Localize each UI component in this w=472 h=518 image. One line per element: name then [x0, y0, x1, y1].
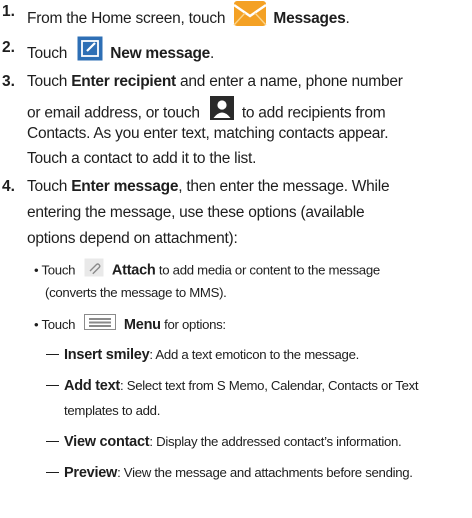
option-bold: View contact: [64, 434, 150, 450]
step-bold: Enter recipient: [71, 73, 176, 90]
step-text: , then enter the message. While: [178, 178, 390, 195]
bullet-attach: • Touch Attach to add media or content t…: [34, 258, 380, 282]
step-text: Touch: [27, 45, 68, 63]
step-3-line-3: Contacts. As you enter text, matching co…: [27, 125, 389, 142]
step-text: to add recipients from: [241, 104, 386, 122]
step-3-line-2: or email address, or touch to add recipi…: [27, 96, 386, 128]
step-text: Touch: [27, 73, 68, 90]
bullet-text: Touch: [41, 316, 76, 332]
contacts-person-icon: [209, 96, 234, 125]
step-number: 2.: [2, 39, 15, 56]
new-message-compose-icon: [77, 36, 103, 66]
option-add-text-line-2: templates to add.: [64, 403, 161, 418]
bullet-attach-line-2: (converts the message to MMS).: [45, 285, 227, 300]
step-1: From the Home screen, touch Messages.: [27, 0, 350, 35]
instruction-page: 1. From the Home screen, touch Messages.…: [0, 0, 472, 518]
bullet-menu: • Touch Menu for options:: [34, 314, 226, 335]
menu-lines-icon: [83, 314, 116, 333]
option-bold: Add text: [64, 378, 120, 394]
step-bold: Enter message: [71, 178, 179, 195]
bullet-bold: Attach: [111, 262, 156, 279]
step-4-line-1: Touch Enter message, then enter the mess…: [27, 178, 390, 196]
step-number: 1.: [2, 3, 15, 20]
bullet-text: to add media or content to the message: [158, 262, 380, 278]
step-text: .: [210, 45, 215, 63]
step-text: .: [345, 10, 350, 28]
option-bold: Preview: [64, 465, 118, 481]
step-text: Touch: [27, 178, 68, 195]
option-add-text: Add text: Select text from S Memo, Calen…: [46, 378, 419, 394]
option-text: : View the message and attachments befor…: [117, 465, 413, 480]
option-view-contact: View contact: Display the addressed cont…: [46, 434, 402, 450]
dash-marker: [46, 385, 59, 387]
messages-envelope-icon: [233, 0, 268, 32]
step-text: From the Home screen, touch: [27, 10, 226, 28]
step-text: and enter a name, phone number: [180, 73, 403, 90]
step-3-line-4: Touch a contact to add it to the list.: [27, 150, 257, 167]
step-4-line-2: entering the message, use these options …: [27, 204, 365, 221]
bullet-dot: •: [34, 316, 39, 332]
option-preview: Preview: View the message and attachment…: [46, 465, 413, 481]
step-text: or email address, or touch: [27, 104, 200, 122]
step-3-line-1: Touch Enter recipient and enter a name, …: [27, 73, 403, 91]
paperclip-attach-icon: [84, 258, 104, 280]
bullet-text: for options:: [164, 316, 226, 332]
bullet-bold: Menu: [123, 316, 161, 333]
bullet-dot: •: [34, 262, 39, 278]
step-2: Touch New message.: [27, 36, 215, 69]
option-text: : Select text from S Memo, Calendar, Con…: [120, 378, 419, 393]
step-bold: Messages: [273, 10, 346, 28]
option-text: : Add a text emoticon to the message.: [149, 347, 359, 362]
step-number: 3.: [2, 73, 15, 90]
dash-marker: [46, 441, 59, 443]
step-bold: New message: [110, 45, 211, 63]
dash-marker: [46, 354, 59, 356]
option-text: : Display the addressed contact’s inform…: [149, 434, 402, 449]
bullet-text: Touch: [41, 262, 76, 278]
step-4-line-3: options depend on attachment):: [27, 230, 238, 247]
option-insert-smiley: Insert smiley: Add a text emoticon to th…: [46, 347, 359, 363]
step-number: 4.: [2, 178, 15, 195]
dash-marker: [46, 472, 59, 474]
option-bold: Insert smiley: [64, 347, 150, 363]
